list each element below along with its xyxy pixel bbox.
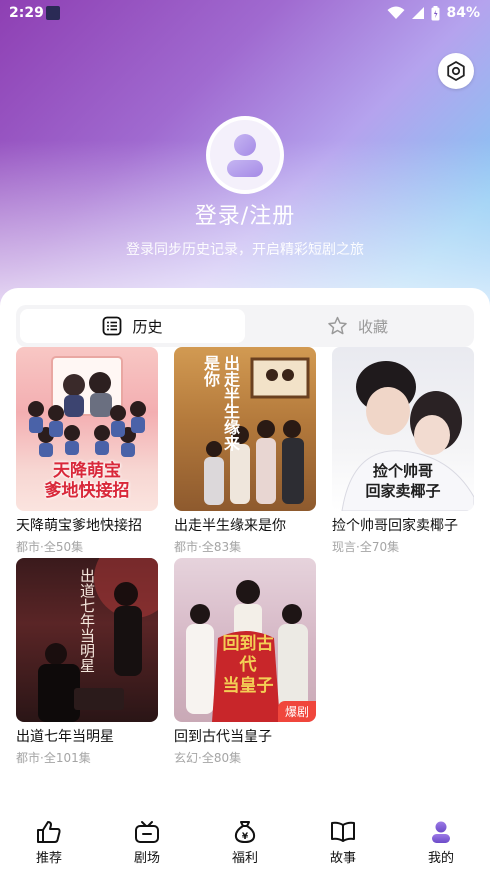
avatar-placeholder bbox=[210, 120, 280, 190]
svg-text:¥: ¥ bbox=[242, 832, 249, 842]
user-icon bbox=[432, 821, 450, 843]
poster-title-art: 天降萌宝 爹地快接招 bbox=[44, 461, 130, 501]
nav-welfare[interactable]: ¥ 福利 bbox=[196, 812, 294, 871]
drama-card[interactable]: 出道七年当明星 出道七年当明星 都市·全101集 bbox=[16, 558, 158, 766]
settings-button[interactable] bbox=[438, 53, 474, 89]
drama-poster[interactable]: 出走半生缘来是你 bbox=[174, 347, 316, 511]
book-icon bbox=[331, 821, 355, 842]
drama-poster[interactable]: 天降萌宝 爹地快接招 bbox=[16, 347, 158, 511]
drama-meta: 都市·全101集 bbox=[16, 751, 91, 765]
money-bag-icon: ¥ bbox=[234, 821, 256, 843]
login-subtitle: 登录同步历史记录，开启精彩短剧之旅 bbox=[126, 242, 364, 258]
drama-card[interactable]: 捡个帅哥 回家卖椰子 捡个帅哥回家卖椰子 现言·全70集 bbox=[332, 347, 474, 555]
poster-title-art: 出走半生缘来是你 bbox=[201, 355, 240, 451]
drama-title: 天降萌宝爹地快接招 bbox=[16, 518, 142, 534]
nav-mine[interactable]: 我的 bbox=[392, 812, 490, 871]
drama-title: 出道七年当明星 bbox=[16, 729, 114, 745]
poster-title-art: 出道七年当明星 bbox=[78, 568, 96, 673]
drama-title: 捡个帅哥回家卖椰子 bbox=[332, 518, 458, 534]
signal-icon bbox=[412, 7, 425, 19]
drama-meta: 现言·全70集 bbox=[332, 540, 400, 554]
drama-poster[interactable]: 捡个帅哥 回家卖椰子 bbox=[332, 347, 474, 511]
bottom-nav: 推荐 剧场 ¥ 福利 故事 我的 bbox=[0, 812, 490, 871]
list-icon bbox=[103, 316, 122, 336]
avatar[interactable] bbox=[206, 116, 284, 194]
hot-badge: 爆剧 bbox=[277, 701, 316, 722]
nav-mine-label: 我的 bbox=[427, 851, 454, 866]
star-icon bbox=[328, 316, 347, 335]
status-bar: 2:29 84% bbox=[0, 0, 490, 28]
drama-meta: 玄幻·全80集 bbox=[174, 751, 242, 765]
tv-icon bbox=[135, 821, 159, 843]
tab-history[interactable]: 历史 bbox=[20, 309, 245, 343]
drama-meta: 都市·全50集 bbox=[16, 540, 84, 554]
content-sheet: 历史 收藏 天降萌宝 爹地快接招 天降萌宝爹地快接招 都市·全50集 出走半生缘… bbox=[0, 288, 490, 871]
drama-meta: 都市·全83集 bbox=[174, 540, 242, 554]
user-silhouette-icon bbox=[227, 134, 263, 177]
drama-card[interactable]: 回到古代 当皇子 爆剧 回到古代当皇子 玄幻·全80集 bbox=[174, 558, 316, 766]
tab-history-label: 历史 bbox=[132, 317, 163, 336]
status-time: 2:29 bbox=[9, 5, 44, 21]
tab-favorites[interactable]: 收藏 bbox=[245, 309, 470, 343]
app-notification-icon bbox=[46, 6, 60, 20]
drama-title: 回到古代当皇子 bbox=[174, 729, 272, 745]
nav-theater-label: 剧场 bbox=[133, 851, 160, 866]
nav-theater[interactable]: 剧场 bbox=[98, 812, 196, 871]
poster-title-art: 回到古代 当皇子 bbox=[222, 634, 274, 696]
settings-icon bbox=[447, 61, 465, 81]
nav-stories-label: 故事 bbox=[329, 851, 356, 866]
nav-stories[interactable]: 故事 bbox=[294, 812, 392, 871]
poster-title-art: 捡个帅哥 回家卖椰子 bbox=[365, 462, 441, 500]
tab-favorites-label: 收藏 bbox=[357, 317, 388, 336]
battery-percent: 84% bbox=[446, 5, 480, 21]
thumbs-up-icon bbox=[37, 821, 61, 843]
nav-recommend-label: 推荐 bbox=[35, 851, 62, 866]
drama-poster[interactable]: 回到古代 当皇子 爆剧 bbox=[174, 558, 316, 722]
nav-welfare-label: 福利 bbox=[231, 851, 258, 866]
drama-poster[interactable]: 出道七年当明星 bbox=[16, 558, 158, 722]
battery-icon bbox=[431, 5, 440, 20]
drama-card[interactable]: 天降萌宝 爹地快接招 天降萌宝爹地快接招 都市·全50集 bbox=[16, 347, 158, 555]
history-favorites-tabs: 历史 收藏 bbox=[16, 305, 474, 347]
login-register-link[interactable]: 登录/注册 bbox=[0, 198, 490, 230]
wifi-icon bbox=[387, 6, 405, 19]
nav-recommend[interactable]: 推荐 bbox=[0, 812, 98, 871]
drama-title: 出走半生缘来是你 bbox=[174, 518, 286, 534]
drama-card[interactable]: 出走半生缘来是你 出走半生缘来是你 都市·全83集 bbox=[174, 347, 316, 555]
status-indicators: 84% bbox=[387, 5, 480, 21]
